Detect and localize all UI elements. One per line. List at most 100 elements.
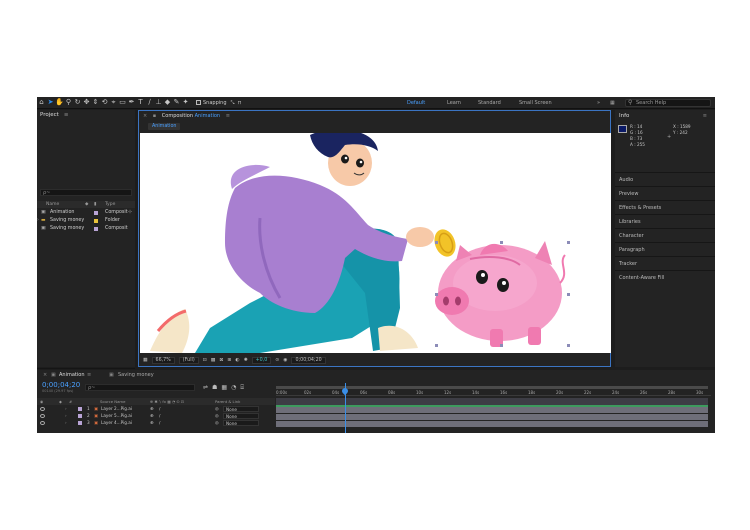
color-management-icon[interactable]: ✺	[244, 358, 248, 363]
dolly-icon[interactable]: ⇕	[91, 98, 100, 107]
selection-icon[interactable]: ➤	[46, 98, 55, 107]
timeline-search-input[interactable]: ρ~	[85, 384, 195, 391]
layer-duration-bar[interactable]	[276, 407, 708, 413]
mask-toggle-icon[interactable]: ⊠	[219, 358, 223, 363]
parent-dropdown[interactable]: None	[223, 419, 259, 426]
channel-icon[interactable]: ◐	[235, 358, 239, 363]
snap-options-icon[interactable]: ⤡	[231, 100, 235, 106]
pen-icon[interactable]: ✒	[127, 98, 136, 107]
snapping-toggle[interactable]: Snapping ⤡ ⊓	[196, 100, 241, 106]
panel-menu-icon[interactable]: ≡	[64, 112, 69, 118]
panel-content-aware-fill[interactable]: Content-Aware Fill	[615, 270, 715, 284]
col-source-name[interactable]: Source Name	[100, 398, 125, 405]
search-help-input[interactable]: ⚲ Search Help	[625, 99, 711, 107]
workspace-default[interactable]: Default	[407, 97, 425, 109]
shy-switch-icon[interactable]: ⊕	[150, 419, 154, 426]
shy-switch-icon[interactable]: ⊕	[150, 405, 154, 412]
visibility-eye-icon[interactable]	[40, 406, 45, 411]
project-search-input[interactable]: ρ~	[40, 189, 132, 196]
panel-tracker[interactable]: Tracker	[615, 256, 715, 270]
table-row[interactable]: › 1 ▣ Layer 2...Pig.ai ⊕ ∕ ◎ None	[37, 405, 275, 412]
panel-menu-icon[interactable]: ≡	[703, 113, 707, 119]
zoom-dropdown[interactable]: 66,7%	[151, 357, 175, 364]
expand-arrow-icon[interactable]: ›	[37, 217, 39, 225]
render-icon[interactable]: ⇌	[203, 384, 208, 392]
col-type[interactable]: Type	[105, 201, 115, 208]
visibility-eye-icon[interactable]	[40, 420, 45, 425]
zoom-icon[interactable]: ⚲	[64, 98, 73, 107]
work-area-bar[interactable]	[276, 386, 708, 389]
shy-switch-icon[interactable]: ⊕	[150, 412, 154, 419]
list-item[interactable]: ▣ Animation Composit ⊹	[37, 209, 135, 217]
quality-switch-icon[interactable]: ∕	[159, 405, 160, 412]
frame-blend-icon[interactable]: ▦	[221, 384, 227, 392]
timeline-timecode[interactable]: 0;00;04;20	[42, 381, 80, 389]
list-item[interactable]: › ▬ Saving money Folder	[37, 217, 135, 225]
pickwhip-icon[interactable]: ◎	[215, 405, 219, 412]
col-name[interactable]: Name	[46, 201, 59, 208]
panel-libraries[interactable]: Libraries	[615, 214, 715, 228]
pickwhip-icon[interactable]: ◎	[215, 419, 219, 426]
workspace-small-screen[interactable]: Small Screen	[519, 97, 552, 109]
rectangle-icon[interactable]: ▭	[118, 98, 127, 107]
snap-magnet-icon[interactable]: ⊓	[238, 100, 242, 106]
guides-icon[interactable]: ⊞	[227, 358, 231, 363]
resolution-dropdown[interactable]: (Full)	[178, 357, 199, 364]
composition-timecode[interactable]: 0;00;04;20	[291, 357, 326, 364]
label-swatch[interactable]	[94, 219, 98, 223]
composition-tab[interactable]: Animation	[148, 123, 181, 130]
shy-icon[interactable]: ☗	[212, 384, 217, 392]
panel-audio[interactable]: Audio	[615, 172, 715, 186]
pickwhip-icon[interactable]: ◎	[215, 412, 219, 419]
puppet-icon[interactable]: ✦	[181, 98, 190, 107]
transparency-grid-icon[interactable]: ▩	[211, 358, 216, 363]
show-snapshot-icon[interactable]: ◉	[283, 358, 287, 363]
panel-preview[interactable]: Preview	[615, 186, 715, 200]
layout-icon[interactable]: ▦	[610, 97, 615, 109]
panel-menu-icon[interactable]: ≡	[226, 113, 230, 119]
region-of-interest-icon[interactable]: ⊡	[203, 358, 207, 363]
expand-arrow-icon[interactable]: ›	[65, 405, 67, 412]
quality-switch-icon[interactable]: ∕	[159, 412, 160, 419]
panel-paragraph[interactable]: Paragraph	[615, 242, 715, 256]
composition-canvas[interactable]	[140, 133, 611, 353]
exposure-value[interactable]: +0,0	[251, 357, 272, 364]
layer-label-swatch[interactable]	[78, 406, 82, 411]
list-item[interactable]: ▣ Saving money Composit	[37, 225, 135, 233]
motion-blur-icon[interactable]: ◔	[231, 384, 236, 392]
brush-icon[interactable]: ∕	[145, 98, 154, 107]
camera-icon[interactable]: ⌖	[109, 98, 118, 107]
layer-label-swatch[interactable]	[78, 420, 82, 425]
composition-bar[interactable]	[276, 398, 708, 405]
flowchart-icon[interactable]: ⊹	[128, 209, 132, 217]
snapshot-icon[interactable]: ⊙	[275, 358, 279, 363]
expand-arrow-icon[interactable]: ›	[65, 412, 67, 419]
workspaces-more-icon[interactable]: »	[597, 97, 600, 109]
home-icon[interactable]: ⌂	[37, 98, 46, 107]
parent-dropdown[interactable]: None	[223, 412, 259, 419]
workspace-standard[interactable]: Standard	[478, 97, 501, 109]
hand-icon[interactable]: ✋	[55, 98, 64, 107]
rotate-icon[interactable]: ⟲	[100, 98, 109, 107]
roto-icon[interactable]: ✎	[172, 98, 181, 107]
snapping-checkbox[interactable]	[196, 100, 201, 105]
label-swatch[interactable]	[94, 227, 98, 231]
workspace-learn[interactable]: Learn	[447, 97, 461, 109]
panel-character[interactable]: Character	[615, 228, 715, 242]
clone-icon[interactable]: ⊥	[154, 98, 163, 107]
always-preview-icon[interactable]: ▦	[143, 358, 148, 363]
label-swatch[interactable]	[94, 211, 98, 215]
quality-switch-icon[interactable]: ∕	[159, 419, 160, 426]
graph-editor-icon[interactable]: ⌸	[240, 384, 244, 392]
eraser-icon[interactable]: ◆	[163, 98, 172, 107]
layer-label-swatch[interactable]	[78, 413, 82, 418]
tab-animation[interactable]: Animation	[59, 370, 85, 380]
table-row[interactable]: › 3 ▣ Layer 4...Pig.ai ⊕ ∕ ◎ None	[37, 419, 275, 426]
layer-duration-bar[interactable]	[276, 414, 708, 420]
pan-icon[interactable]: ✥	[82, 98, 91, 107]
visibility-eye-icon[interactable]	[40, 413, 45, 418]
type-icon[interactable]: T	[136, 98, 145, 107]
col-parent-link[interactable]: Parent & Link	[215, 398, 240, 405]
expand-arrow-icon[interactable]: ›	[65, 419, 67, 426]
orbit-icon[interactable]: ↻	[73, 98, 82, 107]
